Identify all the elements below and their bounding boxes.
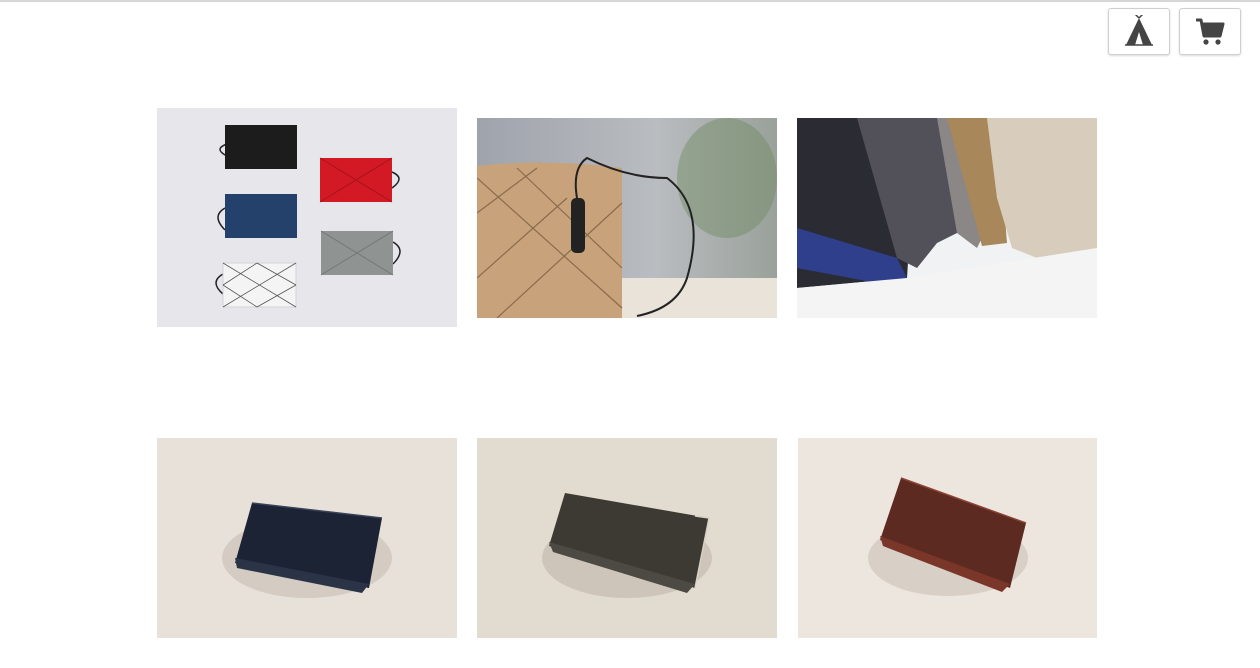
header-actions bbox=[1108, 8, 1241, 55]
tent-icon bbox=[1124, 14, 1154, 49]
product-image-pouch[interactable] bbox=[477, 118, 777, 318]
product-image-wallet-olive[interactable] bbox=[477, 438, 777, 638]
product-image-wallets-set[interactable] bbox=[157, 108, 457, 327]
product-image-wallet-navy[interactable] bbox=[157, 438, 457, 638]
product-image-wallet-brown[interactable] bbox=[798, 438, 1097, 638]
cart-button[interactable] bbox=[1179, 8, 1241, 55]
top-divider bbox=[0, 0, 1260, 2]
product-image-caps[interactable] bbox=[797, 118, 1097, 318]
cart-icon bbox=[1194, 17, 1226, 47]
tent-button[interactable] bbox=[1108, 8, 1170, 55]
